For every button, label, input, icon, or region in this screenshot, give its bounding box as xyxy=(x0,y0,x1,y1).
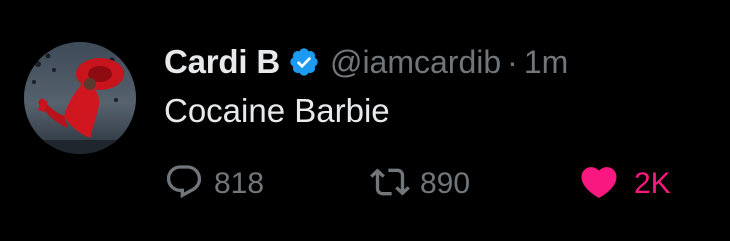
avatar-image xyxy=(24,42,136,154)
retweet-icon xyxy=(370,162,410,207)
heart-icon xyxy=(578,161,620,208)
like-count: 2K xyxy=(634,167,671,200)
retweet-button[interactable]: 890 xyxy=(370,160,470,208)
timestamp[interactable]: 1m xyxy=(524,44,568,81)
separator-dot: · xyxy=(507,43,518,80)
like-button[interactable]: 2K xyxy=(578,160,671,208)
avatar[interactable] xyxy=(24,42,136,154)
tweet-header: Cardi B @iamcardib · 1m xyxy=(164,40,568,84)
tweet-actions: 818 890 2K xyxy=(164,160,704,208)
tweet-text: Cocaine Barbie xyxy=(164,92,390,129)
retweet-count: 890 xyxy=(420,167,471,200)
verified-badge-icon[interactable] xyxy=(288,46,320,78)
author-handle[interactable]: @iamcardib xyxy=(330,44,501,81)
author-display-name[interactable]: Cardi B xyxy=(164,43,280,81)
reply-count: 818 xyxy=(214,167,265,200)
reply-icon xyxy=(164,162,204,207)
tweet[interactable]: Cardi B @iamcardib · 1m Cocaine Barbie 8… xyxy=(0,0,730,241)
reply-button[interactable]: 818 xyxy=(164,160,264,208)
